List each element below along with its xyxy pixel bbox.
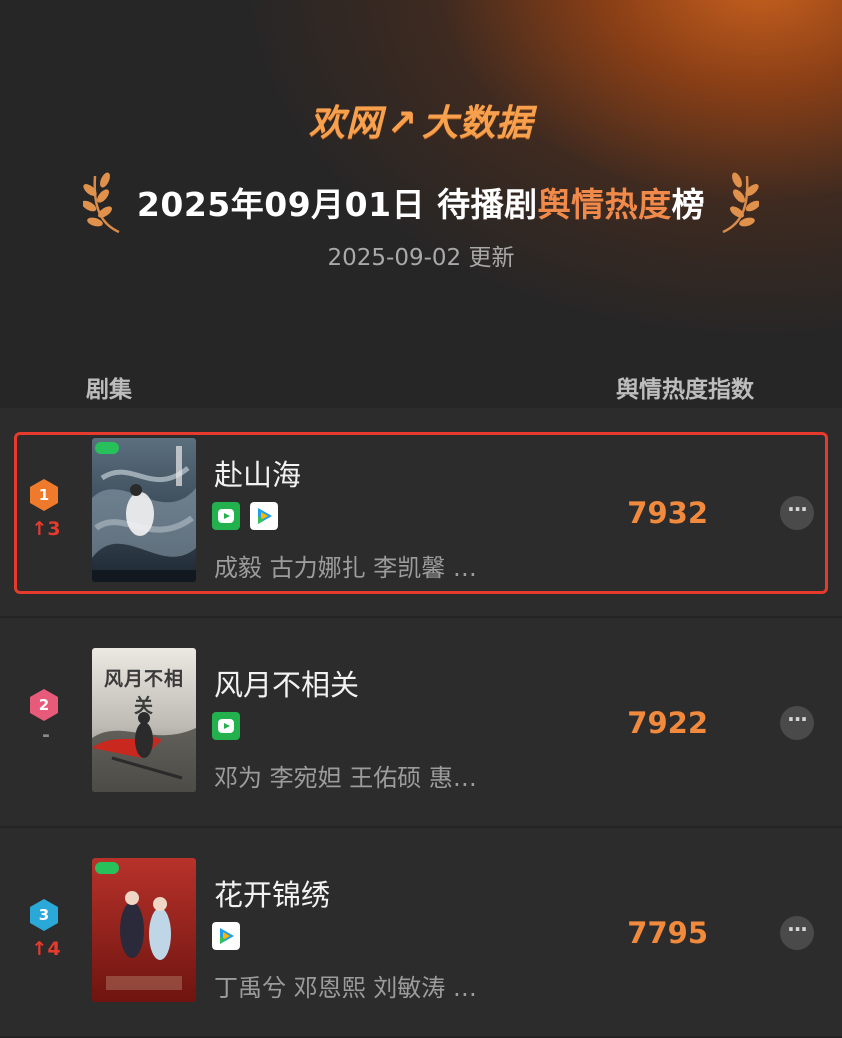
ranking-row-1[interactable]: 1 ↑3 赴山海 成毅 古力娜扎 李凯馨 … 7932 ··· [0,408,842,618]
title-prefix: 2025年09月01日 待播剧 [136,185,538,224]
poster-badge-icon [95,442,119,454]
page-title: 2025年09月01日 待播剧舆情热度榜 [137,178,705,226]
rank-badge: 2 [27,688,61,722]
ranking-row-2[interactable]: 2 - 风月不相关 风月不相关 邓为 李宛妲 王佑硕 惠… 7922 ··· [0,618,842,828]
rank-change: - [42,724,50,746]
rank-badge: 1 [27,478,61,512]
title-row: 2025年09月01日 待播剧舆情热度榜 [0,172,842,234]
iqiyi-icon [212,502,240,530]
poster-image[interactable]: 风月不相关 [92,648,196,792]
poster-badge-icon [95,862,119,874]
ranking-row-3[interactable]: 3 ↑4 花开锦绣 丁禹兮 邓恩熙 刘敏涛 … 7795 ··· [0,828,842,1038]
tencent-video-icon [212,922,240,950]
brand-right: 大数据 [422,103,534,144]
laurel-left-icon [82,172,120,234]
cast-list: 邓为 李宛妲 王佑硕 惠… [214,764,477,792]
series-name[interactable]: 风月不相关 [214,662,359,704]
poster-title: 风月不相关 [103,668,184,717]
header: 欢网 ↗ 大数据 2025年09月01日 待播剧舆情热度榜 2025-09-02… [0,0,842,408]
more-options-button[interactable]: ··· [780,916,814,950]
title-suffix: 榜 [671,185,706,224]
iqiyi-icon [212,712,240,740]
cast-list: 丁禹兮 邓恩熙 刘敏涛 … [214,974,477,1002]
ranking-page: 欢网 ↗ 大数据 2025年09月01日 待播剧舆情热度榜 2025-09-02… [0,0,842,1038]
rank-change: ↑4 [31,938,61,960]
column-header-index: 舆情热度指数 [616,377,754,403]
platform-list [212,922,240,950]
title-highlight: 舆情热度 [537,185,672,224]
rank-number: 3 [38,906,50,924]
brand-logo: 欢网 ↗ 大数据 [0,94,842,146]
cast-list: 成毅 古力娜扎 李凯馨 … [214,554,477,582]
rank-change: ↑3 [31,518,61,540]
poster-image[interactable] [92,438,196,582]
rank-number: 2 [38,696,50,714]
tencent-video-icon [250,502,278,530]
brand-arrow-icon: ↗ [386,103,419,144]
more-options-button[interactable]: ··· [780,706,814,740]
heat-score: 7932 [627,496,708,530]
heat-score: 7795 [627,916,708,950]
rank-number: 1 [38,486,50,504]
poster-image[interactable] [92,858,196,1002]
column-header-series: 剧集 [86,377,132,403]
rank-badge: 3 [27,898,61,932]
heat-score: 7922 [627,706,708,740]
series-name[interactable]: 花开锦绣 [214,872,330,914]
brand-left: 欢网 [308,103,383,144]
more-options-button[interactable]: ··· [780,496,814,530]
platform-list [212,502,278,530]
series-name[interactable]: 赴山海 [214,452,301,494]
laurel-right-icon [722,172,760,234]
update-date: 2025-09-02 更新 [327,245,515,271]
platform-list [212,712,240,740]
ranking-list: 1 ↑3 赴山海 成毅 古力娜扎 李凯馨 … 7932 ··· 2 - 风月不相… [0,408,842,1038]
